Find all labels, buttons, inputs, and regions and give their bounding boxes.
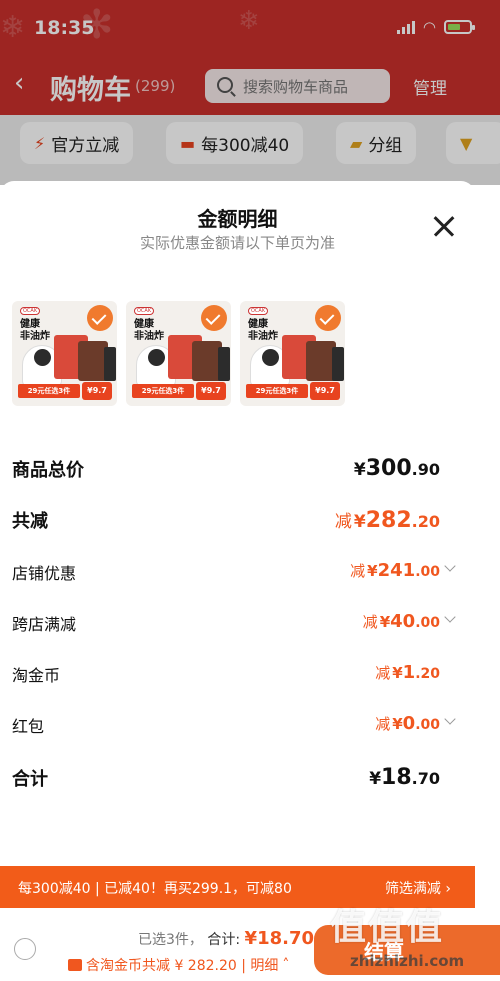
row-label: 共减 [12,511,48,532]
filter-promo-label: 筛选满减 [384,881,441,897]
row-value: ¥ 18 .70 [369,765,440,790]
product-image-pack [332,347,344,381]
row-value: 减 ¥ 241 .00 [350,560,440,581]
row-value: ¥ 300 .90 [354,456,440,481]
product-thumbnail[interactable]: OCAK 健康 非油炸 29元任选3件 ¥9.7 [240,301,345,406]
selected-count: 已选3件， [138,932,203,948]
chevron-up-icon: ˄ [282,957,290,973]
product-promo-tag: 29元任选3件 [132,384,194,398]
modal-backdrop[interactable] [0,0,500,185]
currency-symbol: ¥ [353,512,366,532]
product-name: 健康 非油炸 [20,319,50,342]
sheet-title: 金额明细 [197,207,278,231]
discount-prefix: 减 [350,562,366,580]
row-value: 减 ¥ 282 .20 [335,507,440,533]
row-label: 淘金币 [12,666,61,685]
check-icon[interactable] [201,305,227,331]
product-image-pack [104,347,116,381]
amount-integer: 1 [402,662,416,683]
total-amount: ¥18.70 [244,928,315,949]
amount-integer: 282 [365,508,412,533]
amount-decimal: .00 [415,717,440,733]
row-label: 红包 [12,717,45,736]
brand-logo: OCAK [134,307,155,315]
product-thumbnail[interactable]: OCAK 健康 非油炸 29元任选3件 ¥9.7 [12,301,117,406]
amount-decimal: .70 [411,769,440,788]
row-label: 跨店满减 [12,615,77,634]
row-label: 商品总价 [12,460,84,481]
product-promo-tag: 29元任选3件 [246,384,308,398]
selected-items: OCAK 健康 非油炸 29元任选3件 ¥9.7 OCAK 健康 非油炸 29元… [12,301,345,406]
total-label: 合计: [207,932,241,948]
watermark-url: zhizhizhi.com [350,952,465,970]
amount-decimal: .20 [415,666,440,682]
amount-decimal: .20 [411,512,440,531]
currency-symbol: ¥ [367,562,378,580]
row-red-packet[interactable]: 红包 减 ¥ 0 .00 [12,713,456,753]
amount-detail-sheet: 金额明细 实际优惠金额请以下单页为准 OCAK 健康 非油炸 29元任选3件 ¥… [0,181,475,981]
row-total-discount: 共减 减 ¥ 282 .20 [12,507,452,547]
product-price-tag: ¥9.7 [82,382,112,400]
product-image-pack [218,347,230,381]
select-all-checkbox[interactable] [14,938,36,960]
amount-integer: 40 [390,611,416,632]
row-value: 减 ¥ 1 .20 [375,662,440,683]
row-value: 减 ¥ 40 .00 [363,611,440,632]
product-price-tag: ¥9.7 [196,382,226,400]
currency-symbol: ¥ [369,769,382,789]
amount-integer: 0 [402,713,416,734]
selection-summary: 已选3件， 合计: ¥18.70 [138,928,314,949]
discount-prefix: 减 [375,664,391,682]
close-icon[interactable] [430,213,458,241]
discount-detail-text: 含淘金币共减 ¥ 282.20 | 明细 [86,958,279,974]
amount-decimal: .90 [411,460,440,479]
row-taojinbi: 淘金币 减 ¥ 1 .20 [12,662,452,702]
coupon-icon [68,959,82,971]
brand-logo: OCAK [248,307,269,315]
currency-symbol: ¥ [379,613,391,631]
row-label: 店铺优惠 [12,564,77,583]
product-name: 健康 非油炸 [134,319,164,342]
chevron-down-icon[interactable] [444,560,456,572]
brand-logo: OCAK [20,307,41,315]
amount-integer: 18 [381,765,412,790]
row-total: 合计 ¥ 18 .70 [12,765,452,805]
promo-banner-text: 每300减40 | 已减40！再买299.1，可减80 [18,881,292,897]
chevron-down-icon[interactable] [444,713,456,725]
row-shop-discount[interactable]: 店铺优惠 减 ¥ 241 .00 [12,560,456,600]
product-promo-tag: 29元任选3件 [18,384,80,398]
product-name: 健康 非油炸 [248,319,278,342]
chevron-right-icon: › [445,881,451,897]
product-thumbnail[interactable]: OCAK 健康 非油炸 29元任选3件 ¥9.7 [126,301,231,406]
discount-prefix: 减 [334,512,352,532]
currency-symbol: ¥ [353,460,366,480]
amount-integer: 241 [377,560,416,581]
discount-prefix: 减 [362,613,378,631]
row-value: 减 ¥ 0 .00 [375,713,440,734]
check-icon[interactable] [315,305,341,331]
discount-detail-link[interactable]: 含淘金币共减 ¥ 282.20 | 明细 ˄ [68,955,289,975]
product-price-tag: ¥9.7 [310,382,340,400]
chevron-down-icon[interactable] [444,611,456,623]
currency-symbol: ¥ [392,664,403,682]
currency-symbol: ¥ [392,715,403,733]
discount-prefix: 减 [375,715,391,733]
amount-decimal: .00 [415,564,440,580]
row-label: 合计 [12,769,48,790]
row-cross-store-discount[interactable]: 跨店满减 减 ¥ 40 .00 [12,611,456,651]
watermark-logo: 值值值 [330,907,445,948]
amount-decimal: .00 [415,615,440,631]
row-goods-total: 商品总价 ¥ 300 .90 [12,456,452,496]
amount-integer: 300 [365,456,412,481]
sheet-subtitle: 实际优惠金额请以下单页为准 [139,234,335,252]
filter-promo-link[interactable]: 筛选满减 › [385,878,451,898]
check-icon[interactable] [87,305,113,331]
